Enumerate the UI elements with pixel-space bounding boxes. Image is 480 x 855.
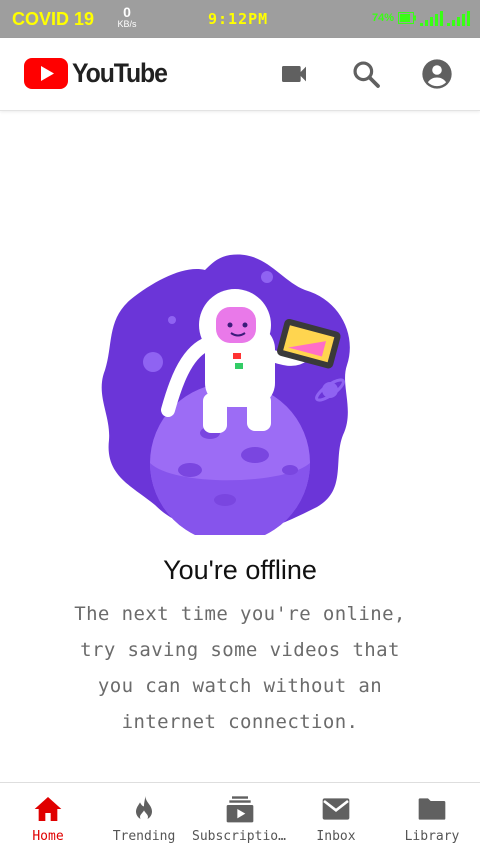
nav-item-library[interactable]: Library: [384, 783, 480, 855]
mail-icon: [322, 798, 350, 820]
youtube-play-icon: [24, 58, 68, 89]
status-carrier-text: COVID 19: [12, 9, 95, 29]
account-icon[interactable]: [421, 58, 453, 90]
status-bar: COVID 19 0 KB/s 9:12PM 74%: [0, 0, 480, 38]
signal-icon: [420, 10, 443, 26]
nav-label-home: Home: [32, 829, 64, 844]
folder-icon: [418, 798, 446, 820]
nav-item-trending[interactable]: Trending: [96, 783, 192, 855]
status-time: 9:12PM: [208, 10, 269, 28]
nav-label-subscriptions: Subscriptions: [192, 829, 288, 844]
bottom-nav: Home Trending Subscriptions Inbox Librar…: [0, 782, 480, 855]
nav-label-inbox: Inbox: [316, 829, 356, 844]
nav-label-library: Library: [404, 829, 460, 844]
app-bar: YouTube: [0, 38, 480, 111]
nav-item-subscriptions[interactable]: Subscriptions: [192, 783, 288, 855]
nav-item-home[interactable]: Home: [0, 783, 96, 855]
search-icon[interactable]: [350, 58, 382, 90]
logo-text: YouTube: [72, 58, 168, 88]
signal-icon-2: [447, 10, 470, 26]
nav-label-trending: Trending: [112, 829, 176, 844]
battery-percent: 74%: [371, 12, 394, 24]
flame-icon: [136, 795, 152, 821]
offline-message: The next time you're online, try saving …: [74, 603, 406, 733]
video-camera-icon[interactable]: [278, 58, 310, 90]
subscriptions-icon: [226, 796, 254, 823]
offline-title: You're offline: [163, 555, 317, 585]
battery-icon: [398, 12, 416, 24]
status-indicators: 74%: [372, 10, 470, 26]
home-icon: [34, 797, 62, 821]
network-speed: 0 KB/s: [114, 5, 140, 29]
nav-item-inbox[interactable]: Inbox: [288, 783, 384, 855]
youtube-logo[interactable]: YouTube: [24, 58, 175, 89]
network-speed-value: 0: [123, 4, 131, 20]
network-speed-unit: KB/s: [117, 19, 137, 29]
astronaut-illustration: [101, 254, 350, 535]
